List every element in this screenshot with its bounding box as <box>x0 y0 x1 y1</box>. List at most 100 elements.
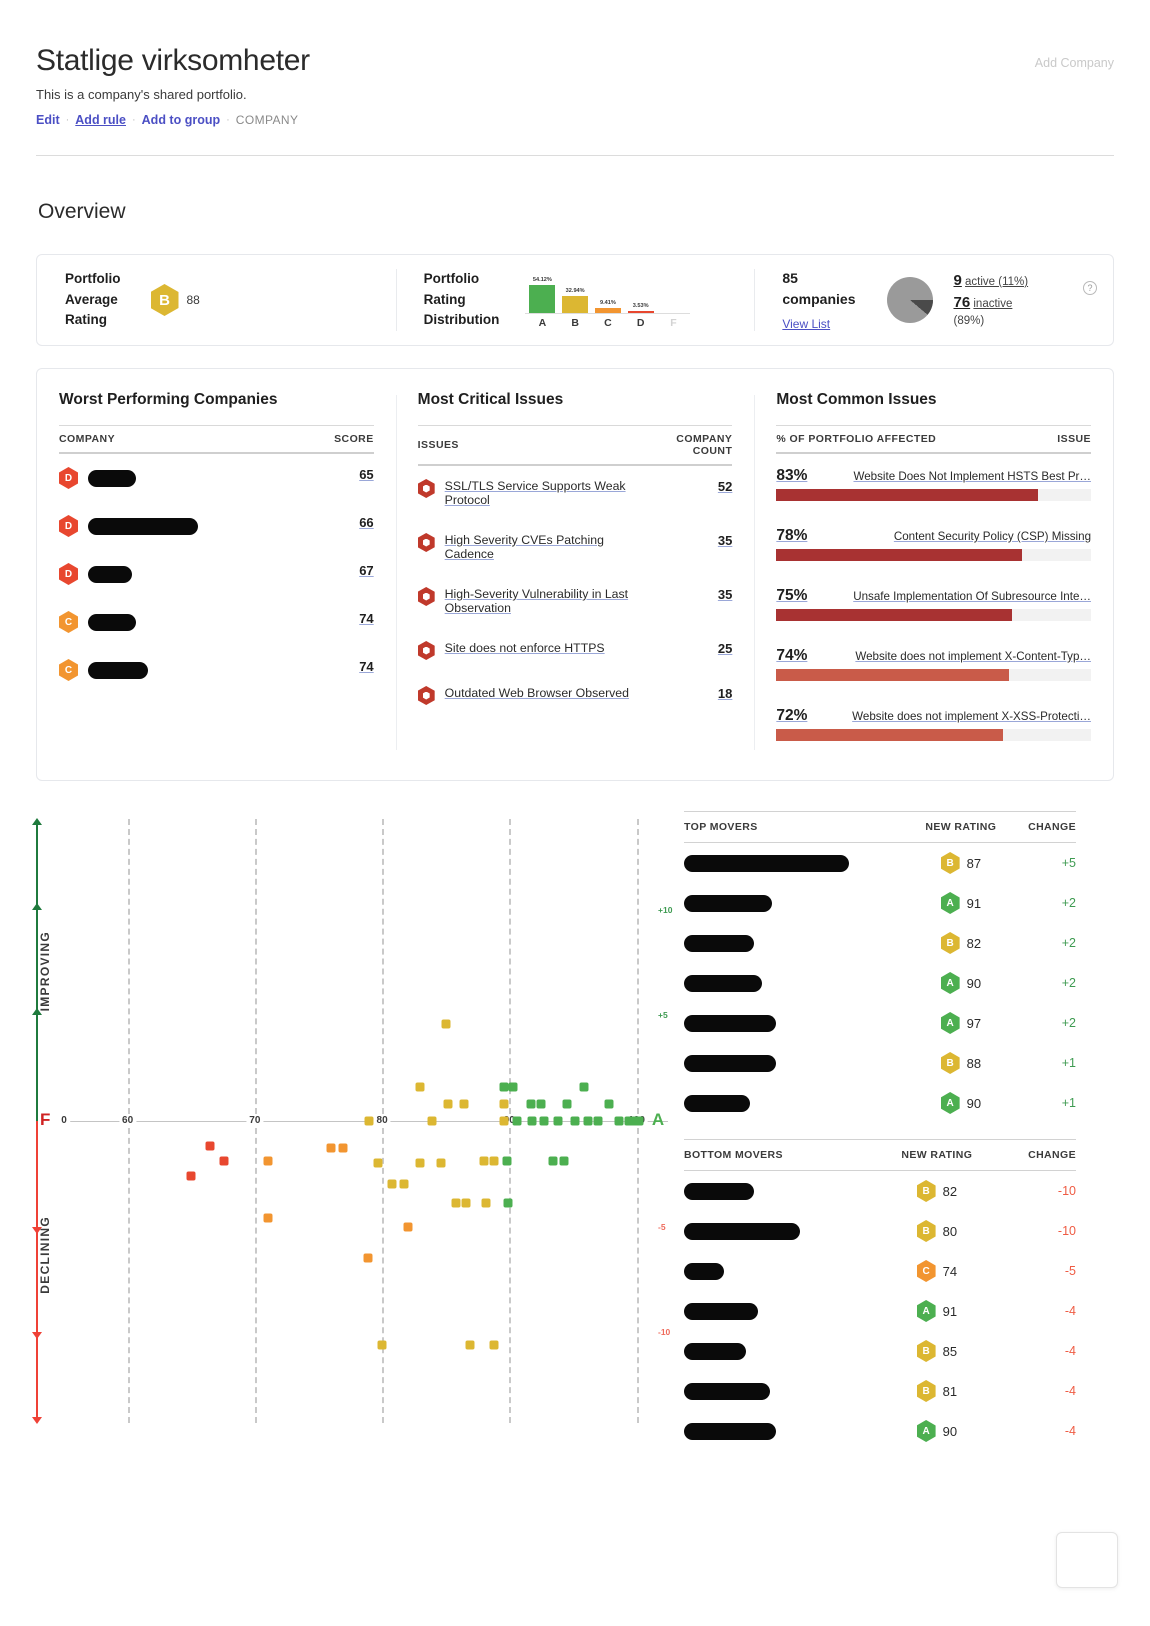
issue-name[interactable]: Website Does Not Implement HSTS Best Pr… <box>836 470 1091 483</box>
table-row[interactable]: 74% Website does not implement X-Content… <box>776 634 1092 694</box>
table-row[interactable]: B 85 -4 <box>684 1331 1076 1371</box>
company-score[interactable]: 74 <box>359 611 373 626</box>
scatter-point[interactable] <box>579 1082 589 1092</box>
table-row[interactable]: Outdated Web Browser Observed 18 <box>417 673 732 718</box>
table-row[interactable]: SSL/TLS Service Supports Weak Protocol 5… <box>417 465 732 520</box>
scatter-point[interactable] <box>559 1156 569 1166</box>
scatter-point[interactable] <box>263 1213 273 1223</box>
table-row[interactable]: B 88 +1 <box>684 1043 1076 1083</box>
issue-name[interactable]: High-Severity Vulnerability in Last Obse… <box>445 587 646 615</box>
scatter-point[interactable] <box>489 1340 499 1350</box>
floating-widget[interactable] <box>1056 1532 1118 1588</box>
table-row[interactable]: B 82 +2 <box>684 923 1076 963</box>
table-row[interactable]: D 66 <box>59 502 374 550</box>
issue-name[interactable]: SSL/TLS Service Supports Weak Protocol <box>445 479 646 507</box>
scatter-point[interactable] <box>481 1198 491 1208</box>
table-row[interactable]: A 90 -4 <box>684 1411 1076 1451</box>
issue-name[interactable]: Website does not implement X-Content-Typ… <box>836 650 1091 663</box>
scatter-point[interactable] <box>553 1116 563 1126</box>
company-score[interactable]: 65 <box>359 467 373 482</box>
scatter-point[interactable] <box>451 1198 461 1208</box>
table-row[interactable]: A 90 +1 <box>684 1083 1076 1123</box>
scatter-point[interactable] <box>604 1099 614 1109</box>
table-row[interactable]: Site does not enforce HTTPS 25 <box>417 628 732 673</box>
inactive-count[interactable]: 76 <box>953 294 970 311</box>
table-row[interactable]: 72% Website does not implement X-XSS-Pro… <box>776 694 1092 754</box>
company-score[interactable]: 66 <box>359 515 373 530</box>
scatter-point[interactable] <box>499 1116 509 1126</box>
scatter-point[interactable] <box>562 1099 572 1109</box>
scatter-point[interactable] <box>570 1116 580 1126</box>
table-row[interactable]: 75% Unsafe Implementation Of Subresource… <box>776 574 1092 634</box>
scatter-point[interactable] <box>593 1116 603 1126</box>
scatter-point[interactable] <box>403 1222 413 1232</box>
scatter-point[interactable] <box>205 1141 215 1151</box>
add-rule-link[interactable]: Add rule <box>75 113 126 127</box>
scatter-point[interactable] <box>489 1156 499 1166</box>
scatter-point[interactable] <box>512 1116 522 1126</box>
scatter-point[interactable] <box>436 1158 446 1168</box>
scatter-point[interactable] <box>338 1143 348 1153</box>
scatter-point[interactable] <box>503 1198 513 1208</box>
scatter-point[interactable] <box>499 1099 509 1109</box>
view-list-link[interactable]: View List <box>782 317 830 331</box>
table-row[interactable]: High Severity CVEs Patching Cadence 35 <box>417 520 732 574</box>
portfolio-percent[interactable]: 83% <box>776 467 822 485</box>
scatter-point[interactable] <box>364 1116 374 1126</box>
scatter-point[interactable] <box>387 1179 397 1189</box>
edit-link[interactable]: Edit <box>36 113 60 127</box>
table-row[interactable]: A 97 +2 <box>684 1003 1076 1043</box>
issue-name[interactable]: Site does not enforce HTTPS <box>445 641 605 655</box>
company-count[interactable]: 35 <box>718 587 732 602</box>
scatter-point[interactable] <box>399 1179 409 1189</box>
company-score[interactable]: 74 <box>359 659 373 674</box>
company-count[interactable]: 25 <box>718 641 732 656</box>
add-to-group-link[interactable]: Add to group <box>142 113 220 127</box>
table-row[interactable]: D 65 <box>59 453 374 502</box>
table-row[interactable]: High-Severity Vulnerability in Last Obse… <box>417 574 732 628</box>
scatter-point[interactable] <box>465 1340 475 1350</box>
scatter-point[interactable] <box>415 1082 425 1092</box>
table-row[interactable]: B 82 -10 <box>684 1171 1076 1212</box>
table-row[interactable]: A 90 +2 <box>684 963 1076 1003</box>
table-row[interactable]: C 74 -5 <box>684 1251 1076 1291</box>
scatter-point[interactable] <box>526 1099 536 1109</box>
scatter-point[interactable] <box>263 1156 273 1166</box>
scatter-point[interactable] <box>219 1156 229 1166</box>
company-count[interactable]: 52 <box>718 479 732 494</box>
scatter-point[interactable] <box>499 1082 509 1092</box>
help-icon[interactable]: ? <box>1083 281 1098 295</box>
scatter-point[interactable] <box>415 1158 425 1168</box>
scatter-point[interactable] <box>479 1156 489 1166</box>
scatter-point[interactable] <box>527 1116 537 1126</box>
table-row[interactable]: B 87 +5 <box>684 843 1076 884</box>
issue-name[interactable]: Content Security Policy (CSP) Missing <box>836 530 1091 543</box>
scatter-point[interactable] <box>508 1082 518 1092</box>
scatter-point[interactable] <box>461 1198 471 1208</box>
scatter-point[interactable] <box>441 1019 451 1029</box>
scatter-point[interactable] <box>614 1116 624 1126</box>
issue-name[interactable]: Unsafe Implementation Of Subresource Int… <box>836 590 1091 603</box>
table-row[interactable]: B 81 -4 <box>684 1371 1076 1411</box>
scatter-point[interactable] <box>363 1253 373 1263</box>
portfolio-percent[interactable]: 74% <box>776 647 822 665</box>
active-count[interactable]: 9 <box>953 272 961 289</box>
issue-name[interactable]: Outdated Web Browser Observed <box>445 686 629 700</box>
add-company-button[interactable]: Add Company <box>1035 56 1114 70</box>
scatter-point[interactable] <box>502 1156 512 1166</box>
table-row[interactable]: 78% Content Security Policy (CSP) Missin… <box>776 514 1092 574</box>
scatter-point[interactable] <box>634 1116 644 1126</box>
company-count[interactable]: 18 <box>718 686 732 701</box>
scatter-point[interactable] <box>583 1116 593 1126</box>
scatter-point[interactable] <box>548 1156 558 1166</box>
portfolio-percent[interactable]: 72% <box>776 707 822 725</box>
table-row[interactable]: 83% Website Does Not Implement HSTS Best… <box>776 453 1092 514</box>
company-score[interactable]: 67 <box>359 563 373 578</box>
scatter-point[interactable] <box>326 1143 336 1153</box>
scatter-point[interactable] <box>373 1158 383 1168</box>
scatter-point[interactable] <box>427 1116 437 1126</box>
scatter-point[interactable] <box>539 1116 549 1126</box>
table-row[interactable]: D 67 <box>59 550 374 598</box>
table-row[interactable]: A 91 +2 <box>684 883 1076 923</box>
table-row[interactable]: A 91 -4 <box>684 1291 1076 1331</box>
